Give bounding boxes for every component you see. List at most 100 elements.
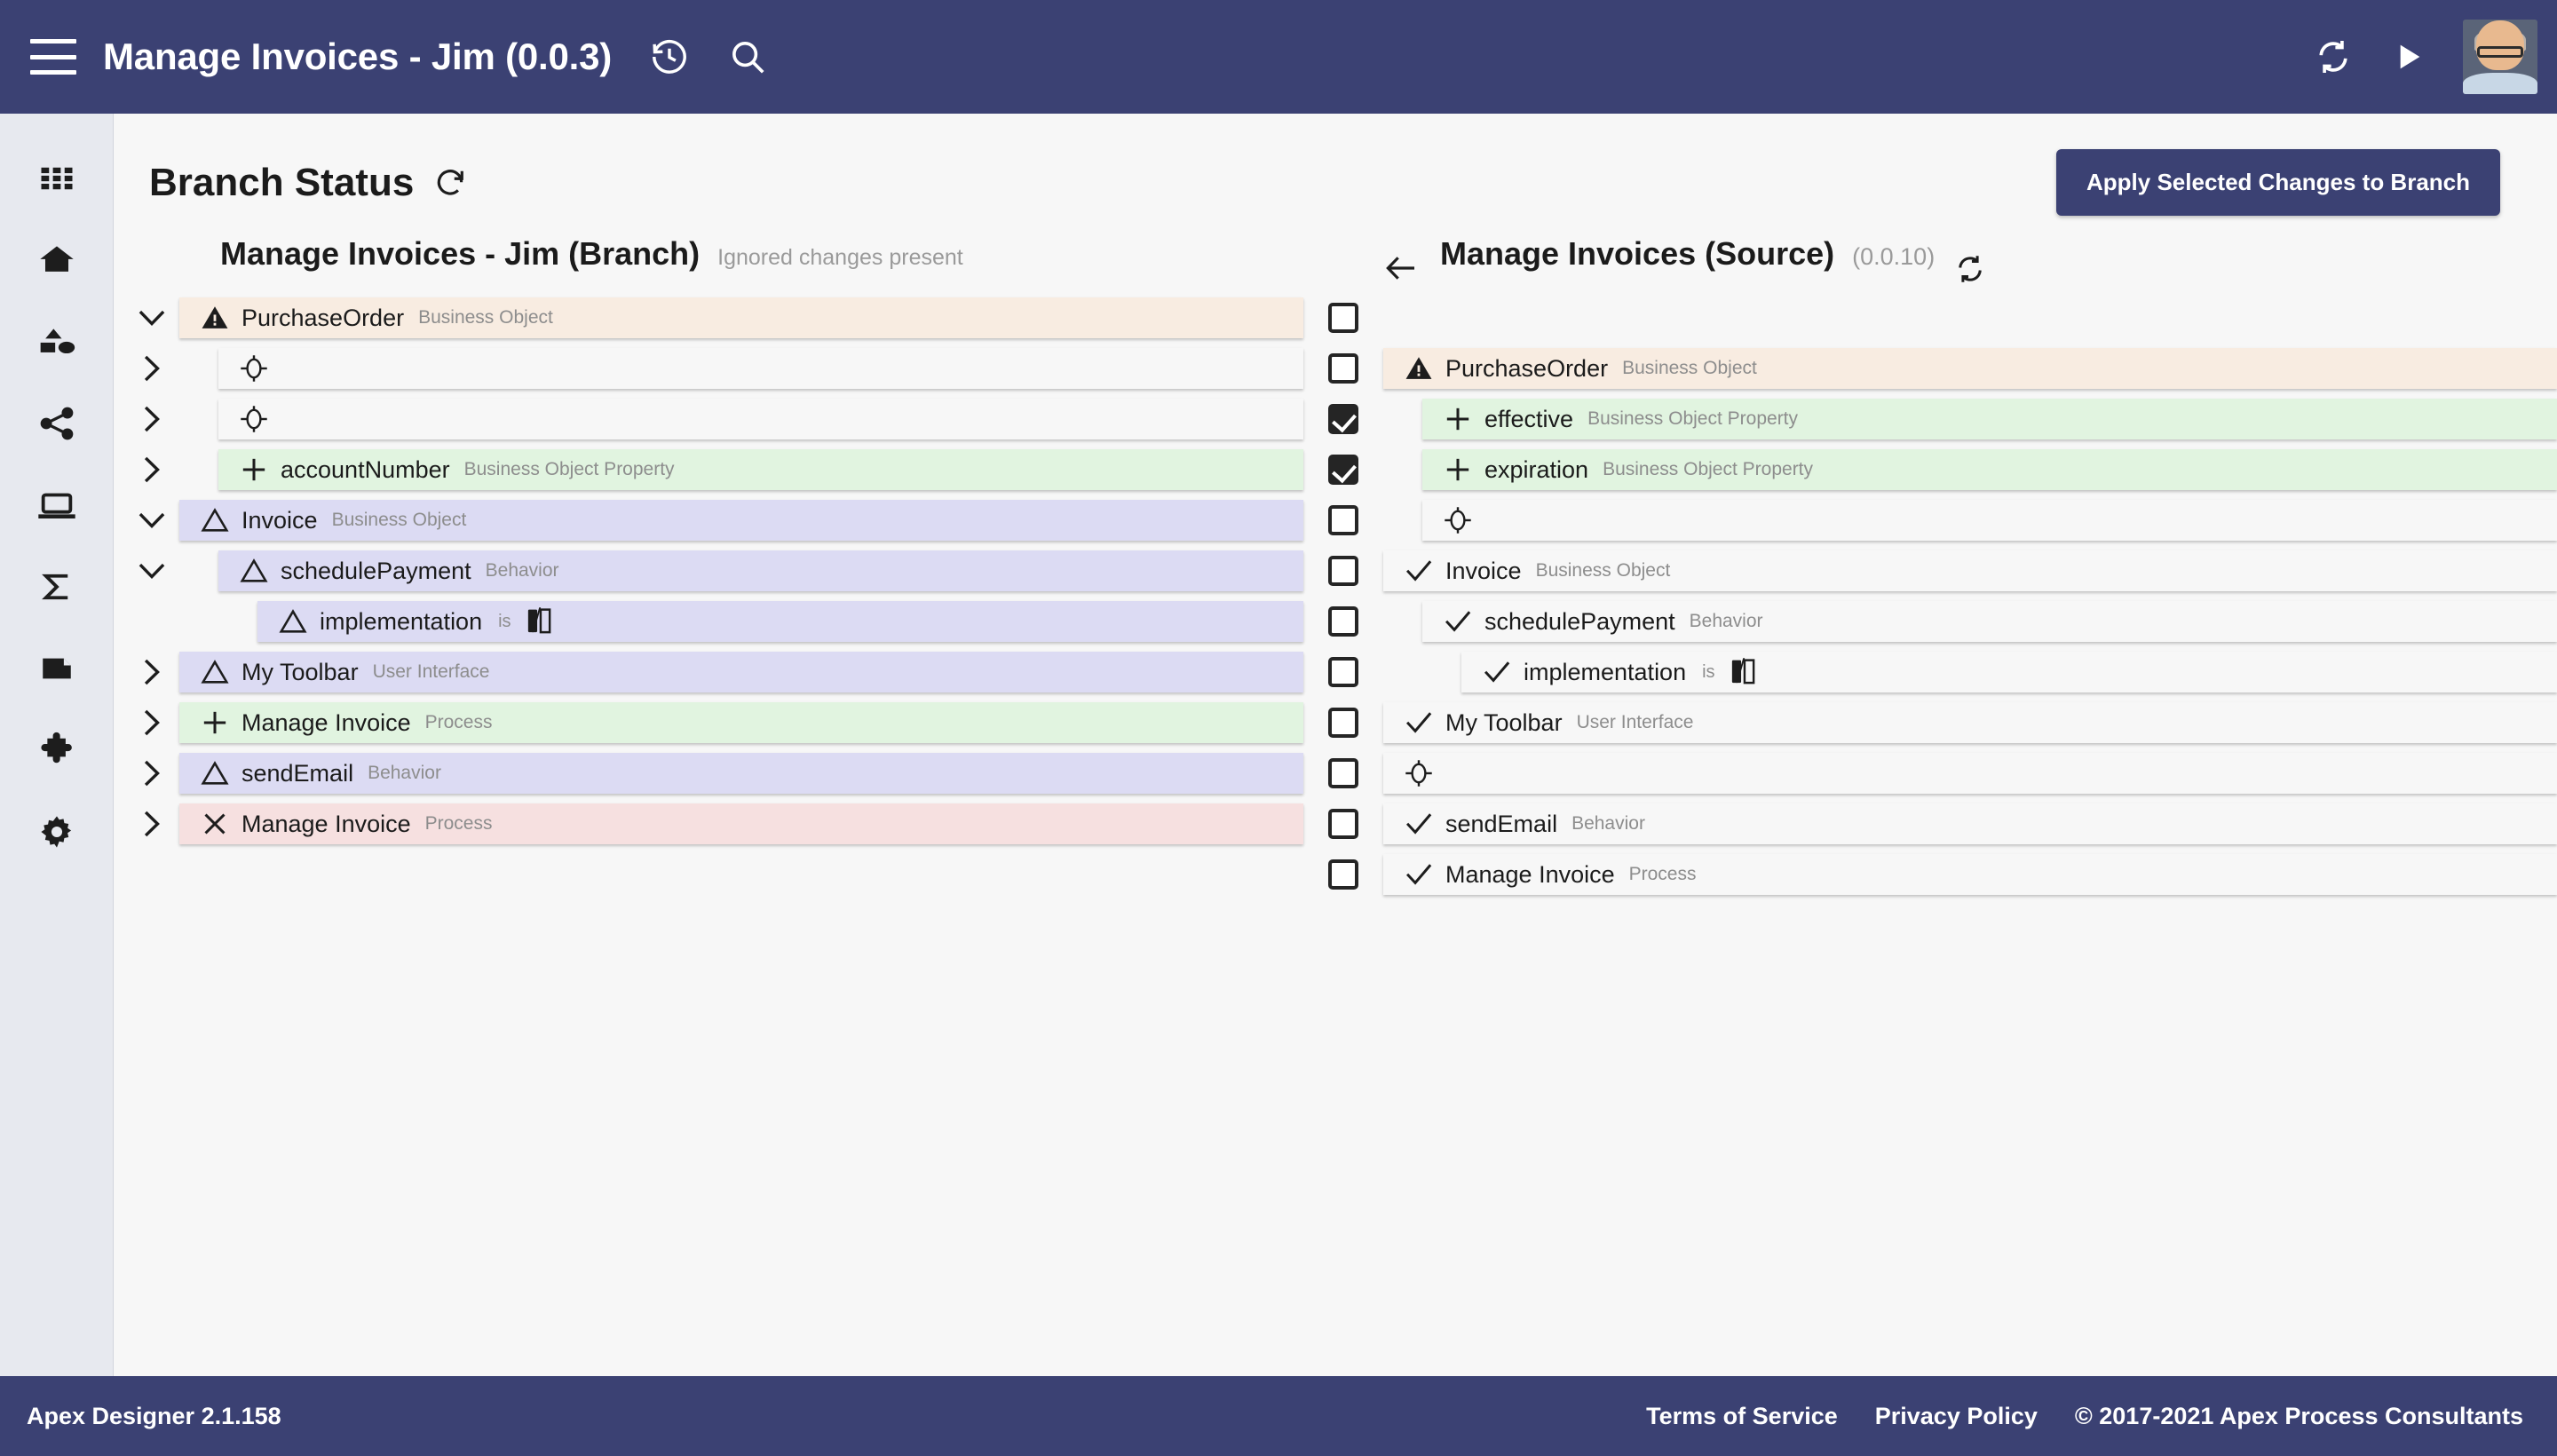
row-card[interactable]: PurchaseOrder Business Object [1383,348,2557,389]
terms-of-service-link[interactable]: Terms of Service [1646,1403,1838,1430]
row-card[interactable]: schedulePayment Behavior [218,550,1303,591]
chevron-right-icon[interactable] [131,758,172,788]
row-card[interactable]: sendEmail Behavior [179,753,1303,794]
row-gutter [114,758,179,788]
row-card[interactable]: My Toolbar User Interface [179,652,1303,692]
row-card[interactable] [218,348,1303,389]
chevron-right-icon[interactable] [131,657,172,687]
sidebar-item-documents[interactable] [0,636,114,701]
refresh-icon[interactable] [433,166,467,200]
checkbox-row [1303,753,1383,794]
table-row[interactable]: Manage Invoice Process [114,803,1303,844]
app-root: Manage Invoices - Jim (0.0.3) Branch Sta… [0,0,2557,1456]
row-card[interactable]: Manage Invoice Process [179,702,1303,743]
table-row[interactable] [114,348,1303,389]
history-icon[interactable] [649,36,690,77]
table-row[interactable] [1383,753,2557,794]
table-row[interactable]: sendEmail Behavior [1383,803,2557,844]
row-card[interactable] [1422,500,2557,541]
row-card[interactable]: PurchaseOrder Business Object [179,297,1303,338]
sidebar-item-business-objects[interactable] [0,309,114,375]
table-row[interactable]: sendEmail Behavior [114,753,1303,794]
row-select-checkbox[interactable] [1328,353,1358,384]
row-card[interactable]: Invoice Business Object [179,500,1303,541]
row-type: Business Object [418,307,553,328]
row-select-checkbox[interactable] [1328,455,1358,485]
privacy-policy-link[interactable]: Privacy Policy [1875,1403,2038,1430]
sidebar-item-settings[interactable] [0,799,114,865]
table-row[interactable]: PurchaseOrder Business Object [114,297,1303,338]
arrow-left-icon[interactable] [1383,250,1419,286]
row-select-checkbox[interactable] [1328,404,1358,434]
row-card[interactable]: Manage Invoice Process [1383,854,2557,895]
row-select-checkbox[interactable] [1328,606,1358,637]
row-card[interactable]: sendEmail Behavior [1383,803,2557,844]
row-select-checkbox[interactable] [1328,809,1358,839]
row-card[interactable] [1383,753,2557,794]
chevron-down-icon[interactable] [131,303,172,333]
row-name: implementation [320,607,483,635]
chevron-right-icon[interactable] [131,353,172,384]
chevron-down-icon[interactable] [131,505,172,535]
gear-icon [37,812,76,851]
row-card[interactable]: accountNumber Business Object Property [218,449,1303,490]
row-type: Process [1628,864,1697,884]
row-select-checkbox[interactable] [1328,708,1358,738]
table-row[interactable]: implementation is [1383,652,2557,692]
row-select-checkbox[interactable] [1328,758,1358,788]
row-card[interactable]: Manage Invoice Process [179,803,1303,844]
row-card[interactable]: My Toolbar User Interface [1383,702,2557,743]
sidebar-item-home[interactable] [0,227,114,293]
play-icon[interactable] [2390,39,2426,75]
sidebar-item-user-interfaces[interactable] [0,472,114,538]
table-row[interactable]: expiration Business Object Property [1383,449,2557,490]
branch-panel-header: Manage Invoices - Jim (Branch) Ignored c… [114,235,1303,297]
select-all-checkbox[interactable] [1328,303,1358,333]
table-row[interactable]: accountNumber Business Object Property [114,449,1303,490]
table-row[interactable] [114,399,1303,439]
table-row[interactable]: Manage Invoice Process [1383,854,2557,895]
table-row[interactable]: effective Business Object Property [1383,399,2557,439]
row-card[interactable]: implementation is [1461,652,2557,692]
compare-diff-icon[interactable] [1730,657,1756,687]
row-card[interactable]: expiration Business Object Property [1422,449,2557,490]
row-select-checkbox[interactable] [1328,657,1358,687]
check-icon [1399,556,1438,586]
table-row[interactable]: implementation is [114,601,1303,642]
table-row[interactable]: My Toolbar User Interface [1383,702,2557,743]
row-select-checkbox[interactable] [1328,505,1358,535]
table-row[interactable]: Invoice Business Object [1383,550,2557,591]
row-card[interactable] [218,399,1303,439]
sidebar-item-integrations[interactable] [0,391,114,456]
chevron-right-icon[interactable] [131,455,172,485]
row-type: User Interface [1576,712,1694,732]
plus-icon [195,708,234,738]
table-row[interactable]: Invoice Business Object [114,500,1303,541]
table-row[interactable]: PurchaseOrder Business Object [1383,348,2557,389]
row-card[interactable]: schedulePayment Behavior [1422,601,2557,642]
compare-diff-icon[interactable] [526,606,552,637]
sync-icon[interactable] [1954,253,1986,285]
table-row[interactable]: schedulePayment Behavior [1383,601,2557,642]
chevron-right-icon[interactable] [131,809,172,839]
row-card[interactable]: implementation is [257,601,1303,642]
sidebar-item-functions[interactable] [0,554,114,620]
hamburger-menu-icon[interactable] [30,39,76,75]
sidebar-item-plugins[interactable] [0,717,114,783]
apply-selected-changes-button[interactable]: Apply Selected Changes to Branch [2056,149,2500,216]
table-row[interactable]: schedulePayment Behavior [114,550,1303,591]
sidebar-item-apps[interactable] [0,146,114,211]
avatar[interactable] [2463,20,2557,94]
row-card[interactable]: effective Business Object Property [1422,399,2557,439]
sync-icon[interactable] [2314,37,2353,76]
row-select-checkbox[interactable] [1328,556,1358,586]
table-row[interactable] [1383,500,2557,541]
table-row[interactable]: My Toolbar User Interface [114,652,1303,692]
row-card[interactable]: Invoice Business Object [1383,550,2557,591]
table-row[interactable]: Manage Invoice Process [114,702,1303,743]
chevron-right-icon[interactable] [131,708,172,738]
chevron-down-icon[interactable] [131,556,172,586]
row-select-checkbox[interactable] [1328,859,1358,890]
chevron-right-icon[interactable] [131,404,172,434]
search-icon[interactable] [727,36,768,77]
